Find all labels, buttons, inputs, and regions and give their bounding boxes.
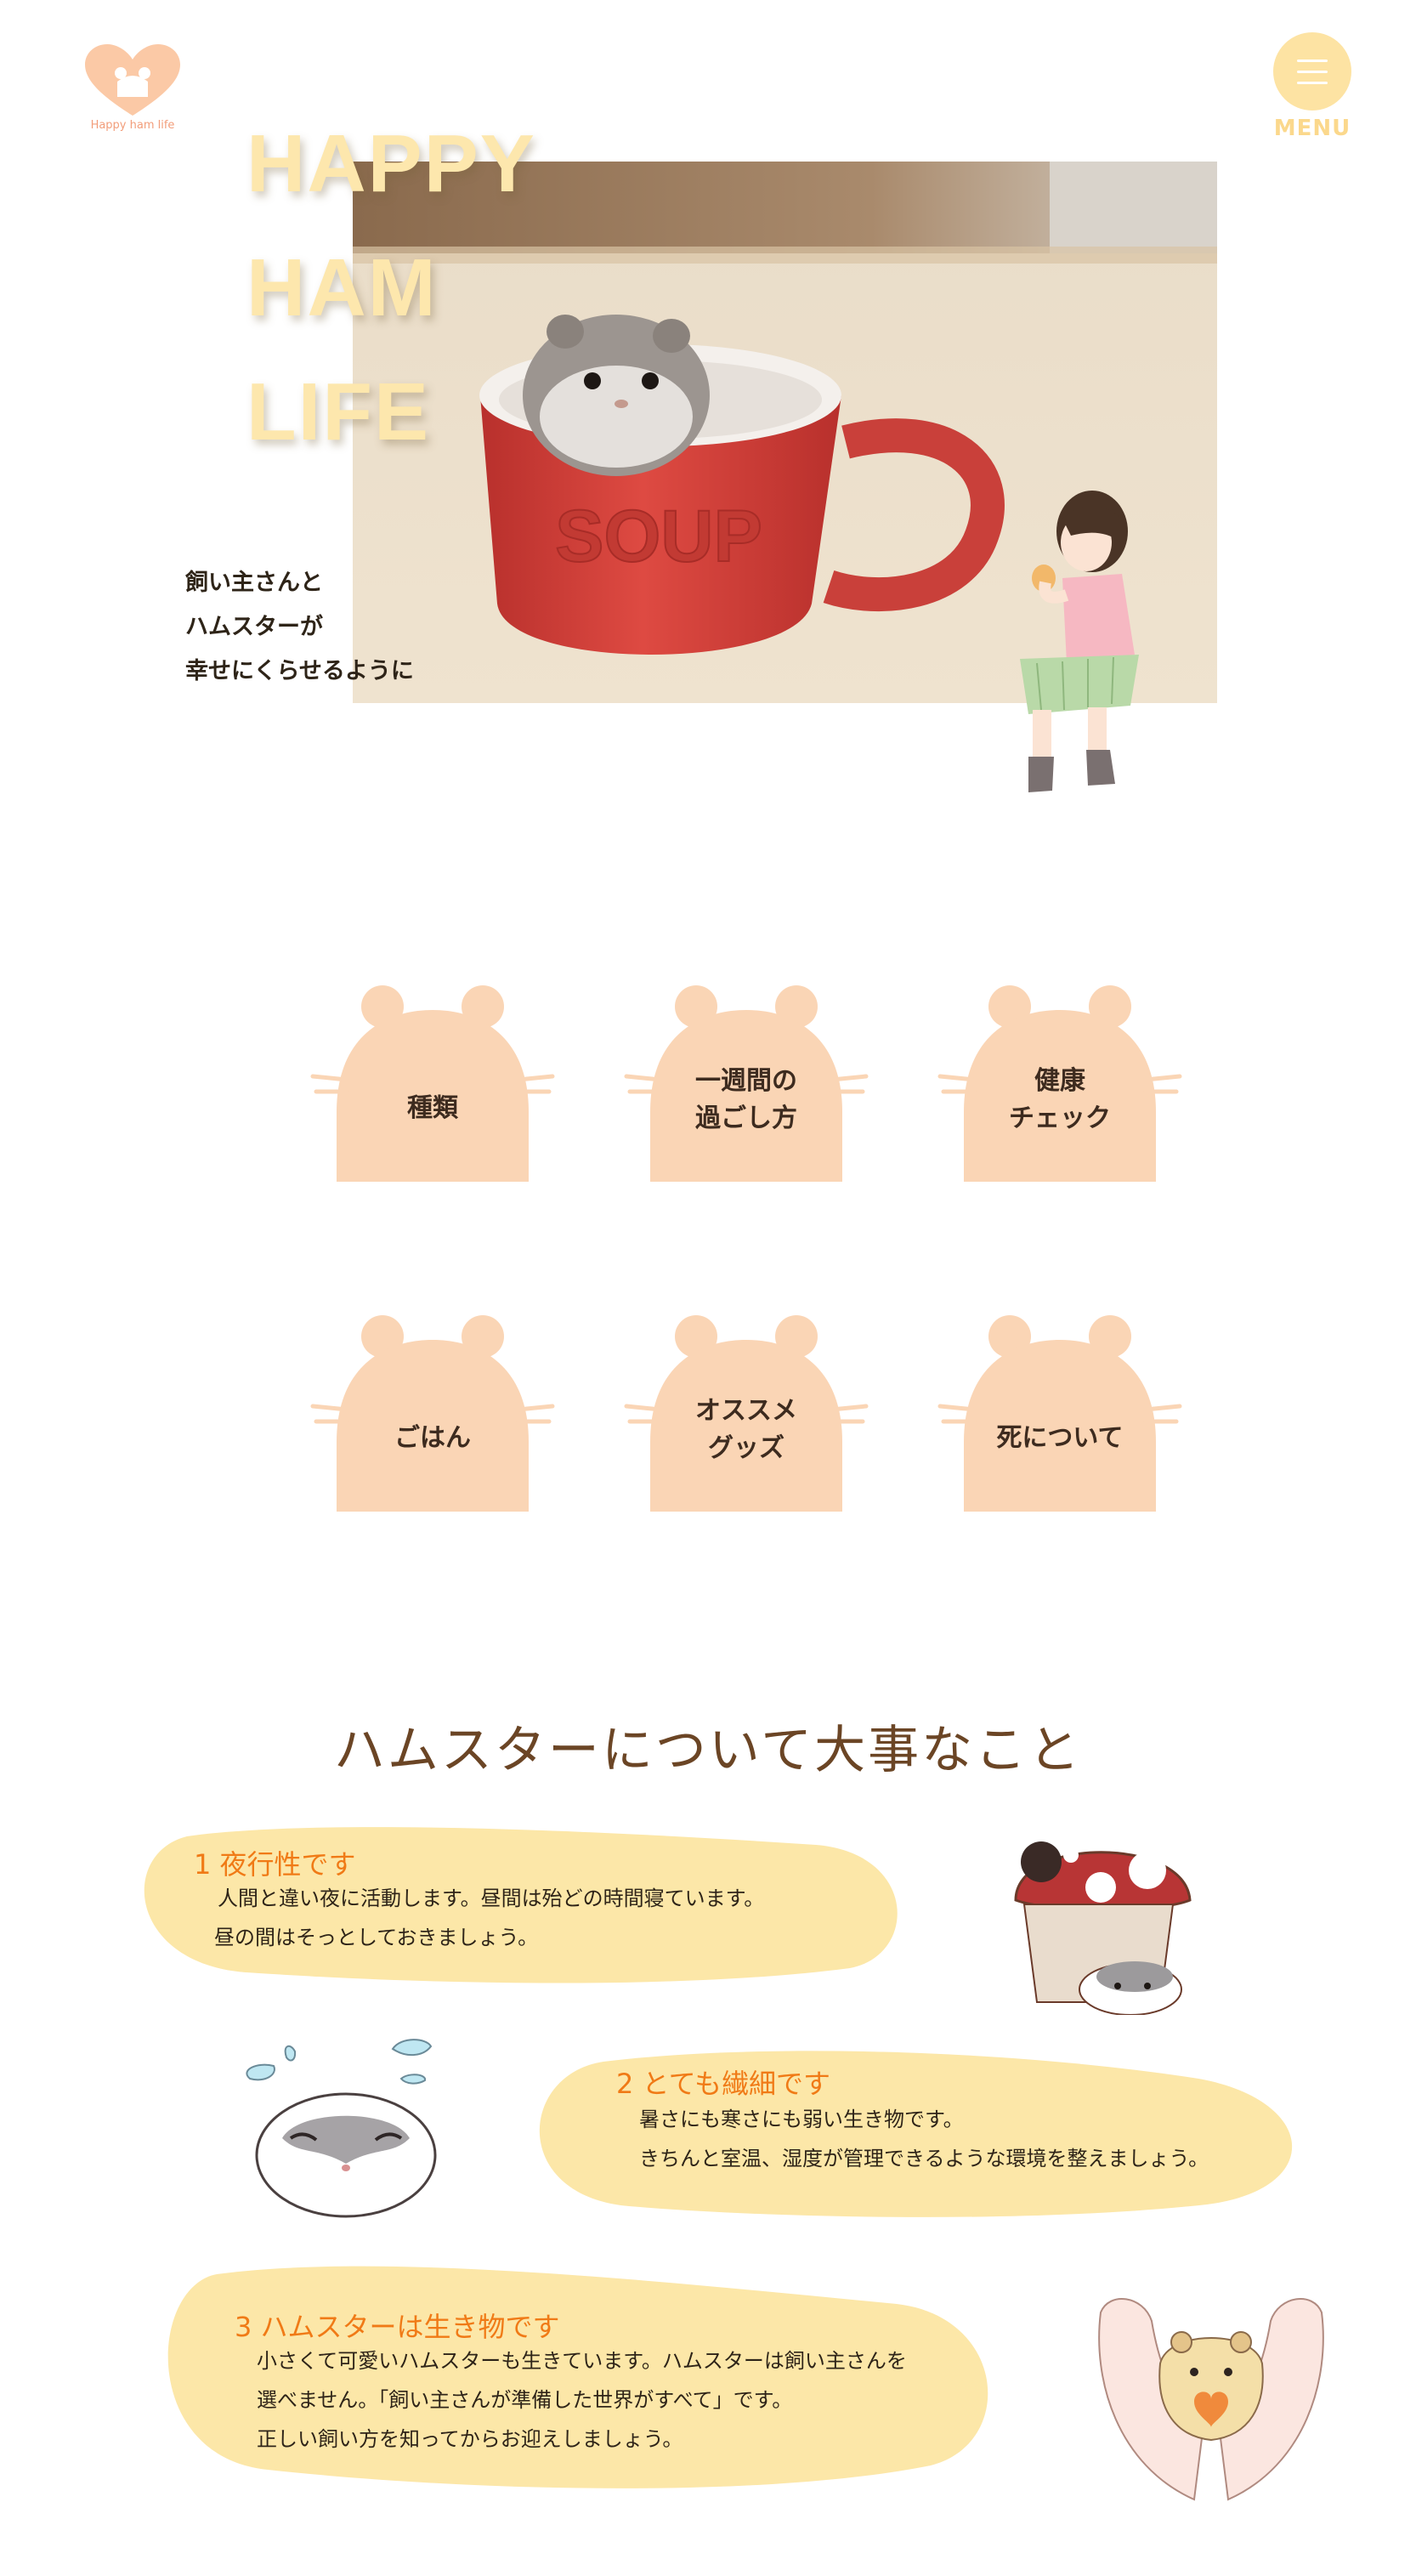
card-text-line: 選べません。「飼い主さんが準備した世界がすべて」です。 [257, 2388, 793, 2412]
hamburger-icon [1297, 60, 1328, 62]
card-2-title: 2 とても繊細です [616, 2068, 830, 2100]
nav-label-line: オススメ [695, 1396, 797, 1426]
site-logo[interactable]: Happy ham life [83, 44, 182, 138]
hero-title-line: HAM [246, 242, 438, 333]
card-text-line: 昼の間はそっとしておきましょう。 [214, 1926, 539, 1949]
nav-label-line: 種類 [407, 1093, 458, 1123]
hero-title-line: HAPPY [246, 118, 536, 209]
nav-button-health-check[interactable]: 健康 チェック [937, 984, 1183, 1182]
nav-label-line: グッズ [708, 1433, 784, 1463]
hamburger-icon-bar [1297, 71, 1328, 73]
card-text-line: 人間と違い夜に活動します。昼間は殆どの時間寝ています。 [218, 1887, 765, 1910]
card-text-line: きちんと室温、湿度が管理できるような環境を整えましょう。 [639, 2147, 1209, 2170]
nav-button-food[interactable]: ごはん [309, 1314, 556, 1512]
card-text-line: 小さくて可愛いハムスターも生きています。ハムスターは飼い主さんを [257, 2349, 907, 2373]
nav-button-species[interactable]: 種類 [309, 984, 556, 1182]
card-text-line: 正しい飼い方を知ってからお迎えしましょう。 [257, 2427, 683, 2451]
hero-subtitle-line: ハムスターが [185, 614, 323, 640]
nav-label-line: チェック [1009, 1104, 1111, 1133]
nav-label-line: 死について [996, 1423, 1124, 1453]
hands-holding-hamster-illustration [1098, 2298, 1324, 2501]
card-2-text: 暑さにも寒さにも弱い生き物です。 きちんと室温、湿度が管理できるような環境を整え… [639, 2100, 1209, 2178]
card-1-title: 1 夜行性です [194, 1848, 356, 1881]
nav-label: ごはん [348, 1396, 518, 1481]
menu-button[interactable] [1273, 32, 1351, 111]
nav-button-about-death[interactable]: 死について [937, 1314, 1183, 1512]
girl-with-hamster-illustration [1003, 485, 1156, 808]
card-1-text: 人間と違い夜に活動します。昼間は殆どの時間寝ています。 昼の間はそっとしておきま… [214, 1879, 765, 1957]
card-text-line: 暑さにも寒さにも弱い生き物です。 [639, 2108, 964, 2131]
nav-label: オススメ グッズ [661, 1387, 831, 1472]
section-title: ハムスターについて大事なこと [333, 1721, 1083, 1780]
nav-button-recommended-goods[interactable]: オススメ グッズ [623, 1314, 869, 1512]
nav-label-line: 健康 [1034, 1066, 1085, 1096]
mug-text: SOUP [555, 496, 762, 577]
nav-label: 一週間の 過ごし方 [661, 1058, 831, 1143]
menu-label[interactable]: MENU [1265, 116, 1360, 141]
nav-label-line: 一週間の [695, 1066, 797, 1096]
mushroom-hamster-illustration [1014, 1841, 1192, 2015]
nav-label-line: ごはん [394, 1423, 471, 1453]
card-3-title: 3 ハムスターは生き物です [235, 2311, 560, 2343]
hero-title: HAPPY HAM LIFE [246, 102, 536, 474]
nav-button-weekly[interactable]: 一週間の 過ごし方 [623, 984, 869, 1182]
sweating-hamster-illustration [246, 2039, 437, 2218]
hero-subtitle-line: 幸せにくらせるように [185, 658, 414, 684]
nav-label: 死について [975, 1396, 1145, 1481]
hero-subtitle: 飼い主さんと ハムスターが 幸せにくらせるように [185, 561, 414, 694]
nav-label: 健康 チェック [975, 1058, 1145, 1143]
hamburger-icon-bar [1297, 82, 1328, 84]
hero-subtitle-line: 飼い主さんと [185, 570, 323, 596]
logo-text: Happy ham life [90, 119, 175, 132]
nav-label: 種類 [348, 1066, 518, 1151]
hero-title-line: LIFE [246, 366, 430, 457]
heart-hamster-logo-icon [85, 44, 180, 116]
nav-label-line: 過ごし方 [695, 1104, 797, 1133]
card-3-text: 小さくて可愛いハムスターも生きています。ハムスターは飼い主さんを 選べません。「… [257, 2341, 907, 2459]
